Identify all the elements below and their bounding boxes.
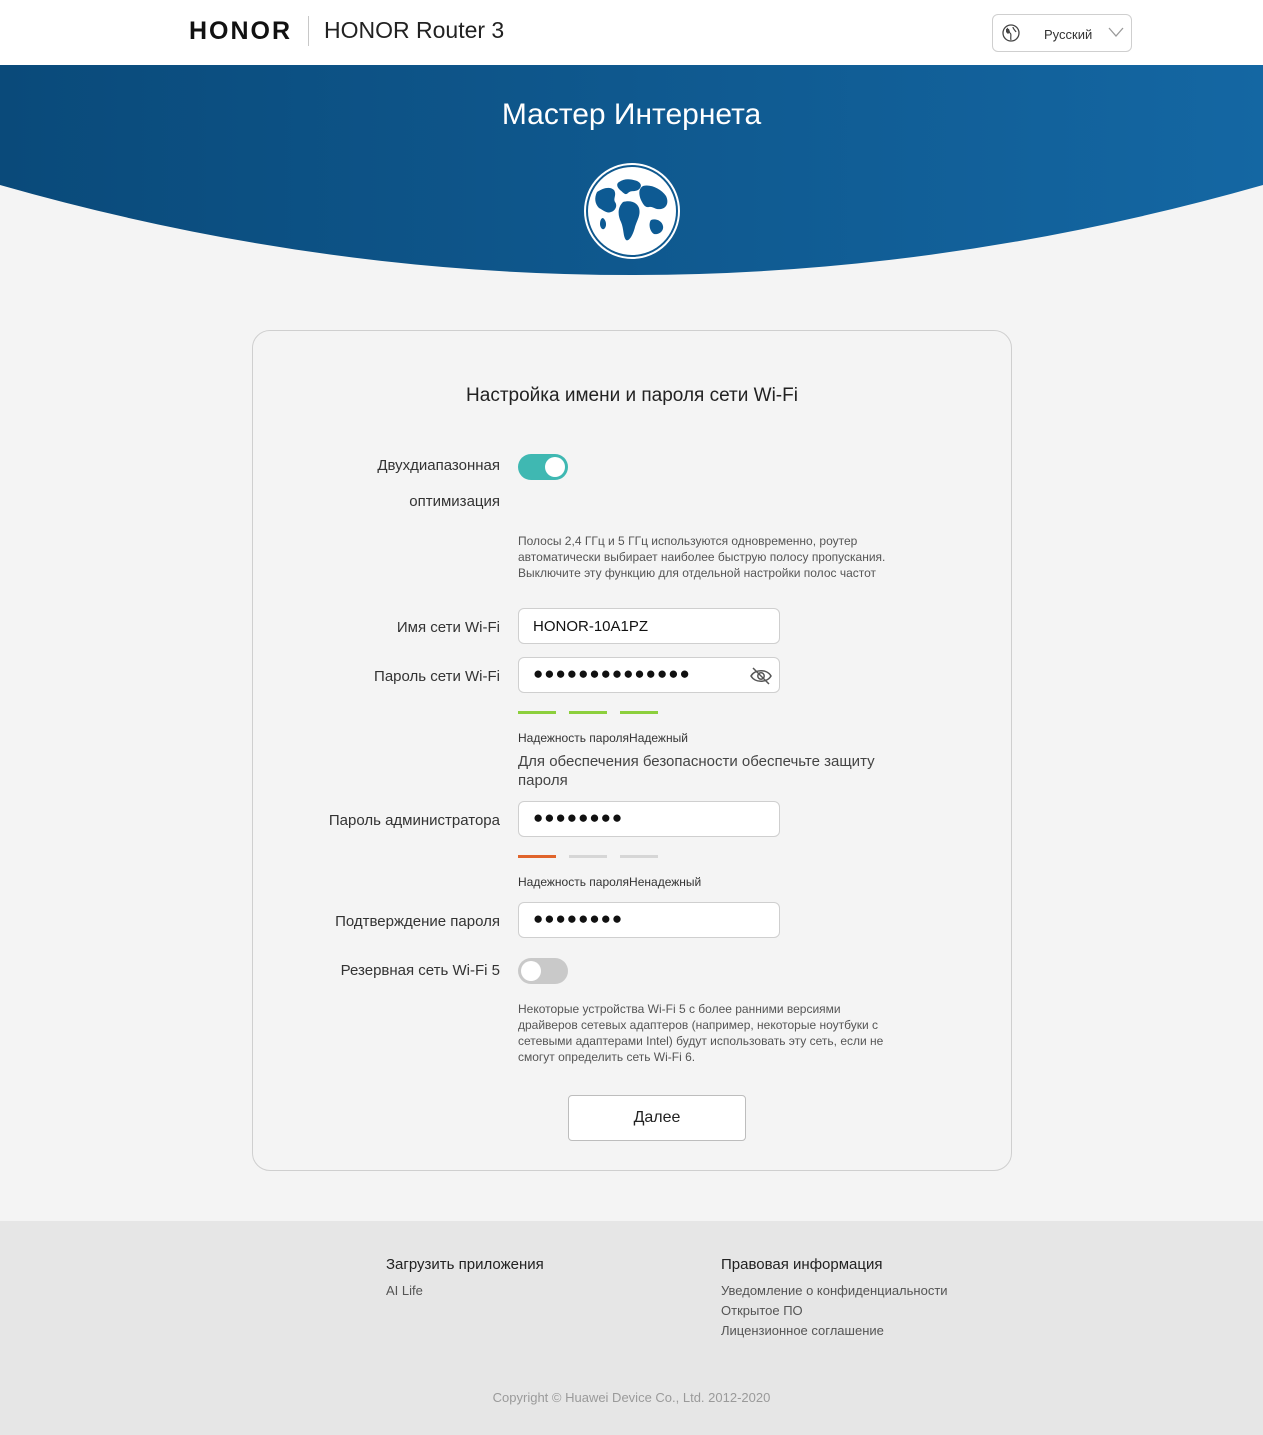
- wizard-banner: Мастер Интернета: [0, 65, 1263, 280]
- wifi-name-value: HONOR-10A1PZ: [533, 618, 649, 635]
- honor-logo[interactable]: HONOR: [189, 17, 292, 46]
- strength-segment: [620, 855, 658, 858]
- toggle-knob: [521, 961, 541, 981]
- admin-password-strength-text: Надежность пароляНенадежный: [518, 875, 702, 889]
- license-agreement-link[interactable]: Лицензионное соглашение: [721, 1323, 884, 1338]
- wifi-setup-card: Настройка имени и пароля сети Wi-Fi Двух…: [252, 330, 1012, 1171]
- wifi-name-label: Имя сети Wi-Fi: [396, 619, 500, 636]
- confirm-password-value: ●●●●●●●●: [533, 909, 624, 928]
- card-title: Настройка имени и пароля сети Wi-Fi: [466, 385, 798, 406]
- product-name: HONOR Router 3: [324, 17, 505, 43]
- admin-password-label: Пароль администратора: [328, 812, 500, 829]
- ai-life-link[interactable]: AI Life: [386, 1283, 423, 1298]
- globe-icon: [1002, 24, 1020, 42]
- strength-segment: [569, 855, 607, 858]
- confirm-password-field[interactable]: ●●●●●●●●: [518, 902, 780, 938]
- wifi-password-strength-text: Надежность пароляНадежный: [518, 731, 688, 745]
- wifi-name-field[interactable]: HONOR-10A1PZ: [518, 608, 780, 644]
- open-source-link[interactable]: Открытое ПО: [721, 1303, 803, 1318]
- wifi5-backup-toggle[interactable]: [518, 958, 568, 984]
- page-title: Мастер Интернета: [501, 98, 762, 131]
- toggle-knob: [545, 457, 565, 477]
- strength-segment: [518, 855, 556, 858]
- wifi-password-field[interactable]: ●●●●●●●●●●●●●●: [518, 657, 780, 693]
- language-label: Русский: [1044, 27, 1093, 42]
- top-bar: HONOR HONOR Router 3 Русский: [0, 0, 1263, 65]
- privacy-notice-link[interactable]: Уведомление о конфиденциальности: [721, 1283, 948, 1298]
- wifi-password-value: ●●●●●●●●●●●●●●: [533, 664, 691, 683]
- confirm-password-label: Подтверждение пароля: [335, 913, 500, 930]
- strength-segment: [620, 711, 658, 714]
- strength-segment: [569, 711, 607, 714]
- next-button[interactable]: Далее: [568, 1095, 746, 1141]
- dual-band-toggle[interactable]: [518, 454, 568, 480]
- apps-section-title: Загрузить приложения: [386, 1256, 544, 1273]
- logo-divider: [308, 16, 309, 46]
- dual-band-label-line2: оптимизация: [409, 493, 500, 510]
- footer: Загрузить приложения AI Life Правовая ин…: [0, 1221, 1263, 1435]
- legal-section-title: Правовая информация: [721, 1256, 883, 1273]
- dual-band-label-line1: Двухдиапазонная: [377, 457, 500, 474]
- eye-hidden-icon[interactable]: [749, 666, 773, 686]
- language-selector[interactable]: Русский: [992, 14, 1132, 52]
- strength-segment: [518, 711, 556, 714]
- admin-password-field[interactable]: ●●●●●●●●: [518, 801, 780, 837]
- admin-password-value: ●●●●●●●●: [533, 808, 624, 827]
- wifi5-backup-hint: Некоторые устройства Wi-Fi 5 с более ран…: [518, 1002, 884, 1064]
- world-globe-icon: [584, 163, 680, 259]
- wifi5-backup-label: Резервная сеть Wi-Fi 5: [340, 962, 500, 979]
- wifi-password-label: Пароль сети Wi-Fi: [374, 668, 500, 685]
- dual-band-hint: Полосы 2,4 ГГц и 5 ГГц используются одно…: [518, 534, 886, 580]
- wifi-password-note: Для обеспечения безопасности обеспечьте …: [518, 753, 875, 789]
- chevron-down-icon: [1108, 27, 1124, 37]
- copyright: Copyright © Huawei Device Co., Ltd. 2012…: [492, 1390, 771, 1405]
